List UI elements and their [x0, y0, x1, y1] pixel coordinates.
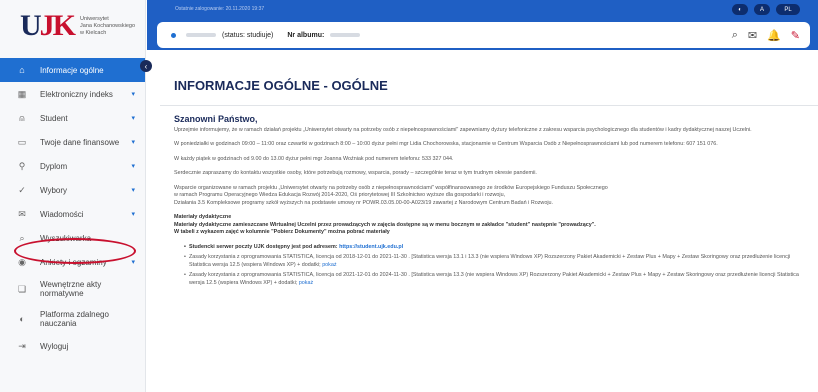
show-link[interactable]: pokaż: [299, 280, 313, 286]
student-status: (status: studiuje): [222, 31, 274, 39]
chevron-down-icon[interactable]: ▾: [131, 210, 135, 218]
materials-heading: Materiały dydaktyczne: [174, 214, 232, 220]
sidebar-item-label: Student: [40, 113, 68, 123]
sidebar-item-label: Wewnętrzne akty normatywne: [40, 280, 102, 298]
grid-icon: ▦: [17, 88, 27, 99]
chevron-down-icon[interactable]: ▾: [131, 258, 135, 266]
sidebar-item-label: Informacje ogólne: [40, 65, 104, 75]
sidebar-item-label: Dyplom: [40, 161, 68, 171]
sidebar-item-platforma-zdalnego-nauczania[interactable]: ◐ Platforma zdalnego nauczania: [0, 304, 145, 334]
sidebar: UJK Uniwersytet Jana Kochanowskiego w Ki…: [0, 0, 146, 392]
list-item: Zasady korzystania z oprogramowania STAT…: [184, 272, 802, 287]
list-item: Studencki serwer poczty UJK dostępny jes…: [184, 244, 802, 252]
sidebar-item-student[interactable]: ⍝ Student ▾: [0, 106, 145, 130]
user-bar: (status: studiuje) Nr albumu: ⌕ ✉ 🔔 ✎: [157, 22, 810, 48]
greeting: Szanowni Państwo,: [174, 114, 258, 124]
sidebar-collapse-button[interactable]: ‹: [140, 60, 152, 72]
divider: [160, 105, 818, 106]
logout-icon: ⇥: [18, 340, 26, 351]
document-icon: ❏: [17, 283, 27, 294]
info-list: Studencki serwer poczty UJK dostępny jes…: [174, 244, 802, 288]
sidebar-item-elektroniczny-indeks[interactable]: ▦ Elektroniczny indeks ▾: [0, 82, 145, 106]
redacted-album: [330, 33, 361, 37]
sidebar-item-informacje-ogólne[interactable]: ⌂ Informacje ogólne: [0, 58, 145, 82]
list-item: Zasady korzystania z oprogramowania STAT…: [184, 254, 802, 269]
sidebar-item-wiadomości[interactable]: ✉ Wiadomości ▾: [0, 202, 145, 226]
contrast-toggle-button[interactable]: ◐: [732, 4, 748, 15]
chevron-down-icon[interactable]: ▾: [131, 114, 135, 122]
mail-icon: ✉: [18, 208, 26, 219]
main-content: INFORMACJE OGÓLNE - OGÓLNE Szanowni Pańs…: [160, 64, 818, 392]
page-title: INFORMACJE OGÓLNE - OGÓLNE: [174, 78, 388, 93]
logo-mark: UJK: [20, 9, 76, 42]
diploma-icon: ⚲: [18, 160, 26, 171]
platform-icon: ◐: [19, 314, 25, 324]
sidebar-item-label: Wybory: [40, 185, 68, 195]
sidebar-item-label: Platforma zdalnego nauczania: [40, 310, 109, 328]
sidebar-item-dyplom[interactable]: ⚲ Dyplom ▾: [0, 154, 145, 178]
search-icon[interactable]: ⌕: [732, 29, 738, 42]
bell-icon[interactable]: 🔔: [767, 29, 781, 42]
paragraph: Wsparcie organizowane w ramach projektu …: [174, 184, 608, 206]
highlight-circle: [14, 238, 136, 264]
mail-icon[interactable]: ✉: [748, 29, 757, 42]
sidebar-item-label: Twoje dane finansowe: [40, 137, 120, 147]
sidebar-item-wewnętrzne-akty-normatywne[interactable]: ❏ Wewnętrzne akty normatywne: [0, 274, 145, 304]
materials-section: Materiały dydaktyczne Materiały dydaktyc…: [174, 214, 596, 235]
chevron-down-icon[interactable]: ▾: [131, 186, 135, 194]
home-icon: ⌂: [19, 65, 25, 75]
album-number-label: Nr albumu:: [287, 31, 325, 39]
user-status-dot: [171, 32, 176, 38]
sidebar-item-twoje-dane-finansowe[interactable]: ▭ Twoje dane finansowe ▾: [0, 130, 145, 154]
sidebar-item-wyloguj[interactable]: ⇥ Wyloguj: [0, 334, 145, 358]
last-login-text: Ostatnie zalogowanie: 20.11.2020 19:37: [175, 6, 265, 12]
paragraph: Uprzejmie informujemy, że w ramach dział…: [174, 126, 752, 133]
university-logo[interactable]: UJK Uniwersytet Jana Kochanowskiego w Ki…: [0, 0, 145, 52]
chevron-down-icon[interactable]: ▾: [131, 90, 135, 98]
sidebar-item-label: Wiadomości: [40, 209, 84, 219]
paragraph: W każdy piątek w godzinach od 9.00 do 13…: [174, 155, 454, 162]
mail-server-link[interactable]: https://student.ujk.edu.pl: [339, 244, 403, 250]
sidebar-item-label: Wyloguj: [40, 341, 69, 351]
sidebar-item-label: Elektroniczny indeks: [40, 89, 113, 99]
sidebar-item-wybory[interactable]: ✓ Wybory ▾: [0, 178, 145, 202]
sidebar-nav: ⌂ Informacje ogólne ▦ Elektroniczny indeks ▾…: [0, 58, 145, 358]
font-size-button[interactable]: A: [754, 4, 770, 15]
show-link[interactable]: pokaż: [322, 262, 336, 268]
user-bar-icons: ⌕ ✉ 🔔 ✎: [732, 29, 800, 42]
user-menu-icon[interactable]: ✎: [791, 29, 800, 42]
redacted-name: [186, 33, 216, 37]
chevron-down-icon[interactable]: ▾: [131, 138, 135, 146]
topbar-controls: ◐ A PL: [732, 4, 800, 15]
chevron-down-icon[interactable]: ▾: [131, 162, 135, 170]
person-icon: ⍝: [19, 112, 25, 123]
check-icon: ✓: [18, 184, 26, 195]
logo-text: Uniwersytet Jana Kochanowskiego w Kielca…: [80, 15, 136, 36]
announcement: Szanowni Państwo, Uprzejmie informujemy,…: [160, 114, 818, 288]
paragraph: W poniedziałki w godzinach 09:00 – 11:00…: [174, 141, 718, 147]
money-icon: ▭: [17, 136, 27, 147]
language-select[interactable]: PL: [776, 4, 800, 15]
paragraph: Serdecznie zapraszamy do kontaktu wszyst…: [174, 170, 537, 176]
